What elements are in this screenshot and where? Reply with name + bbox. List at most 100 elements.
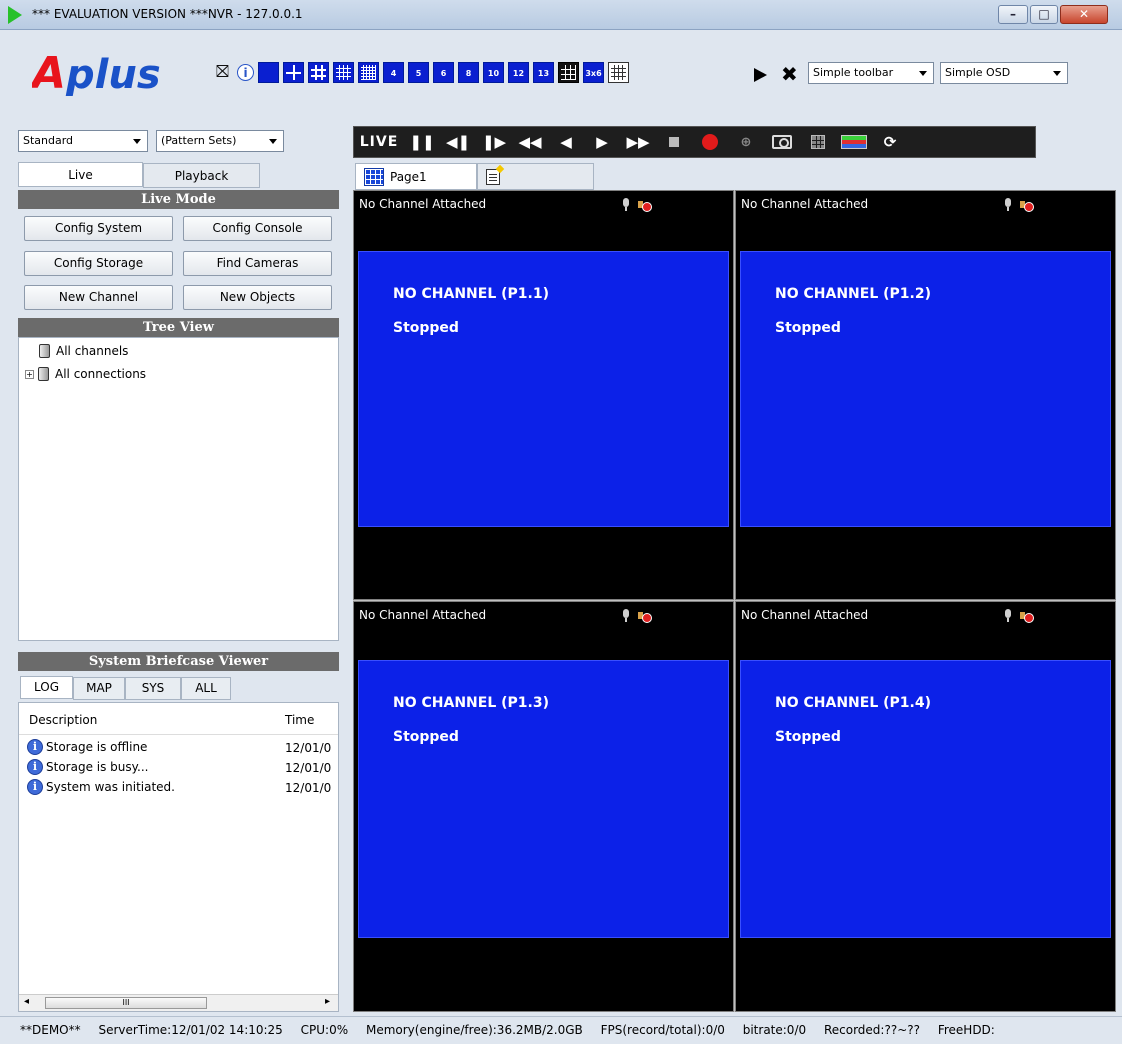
layout-4-variant-icon[interactable]: 4 <box>383 62 404 83</box>
microphone-icon[interactable] <box>622 198 630 211</box>
log-row[interactable]: i Storage is busy... <box>27 759 148 775</box>
tree-item-all-connections[interactable]: + All connections <box>25 367 146 381</box>
layout-4-icon[interactable] <box>283 62 304 83</box>
log-description: Storage is busy... <box>46 760 149 774</box>
tab-log[interactable]: LOG <box>20 676 73 699</box>
channel-label: NO CHANNEL (P1.1) <box>393 286 549 302</box>
speaker-muted-icon[interactable] <box>638 609 652 623</box>
layout-1-icon[interactable] <box>258 62 279 83</box>
config-console-button[interactable]: Config Console <box>183 216 332 241</box>
tab-map[interactable]: MAP <box>73 677 125 700</box>
layout-16-icon[interactable] <box>333 62 354 83</box>
pattern-set-select[interactable]: (Pattern Sets) <box>156 130 284 152</box>
layout-5-icon[interactable]: 5 <box>408 62 429 83</box>
layout-25-icon[interactable] <box>358 62 379 83</box>
live-mode-heading: Live Mode <box>18 190 339 209</box>
video-cell-p1-2[interactable]: No Channel Attached NO CHANNEL (P1.2) St… <box>735 190 1116 600</box>
playback-control-bar: LIVE ❚❚ ◀❚ ❚▶ ◀◀ ◀ ▶ ▶▶ ⊕ ⟳ <box>353 126 1036 158</box>
step-back-icon[interactable]: ◀❚ <box>440 129 476 155</box>
reverse-play-icon[interactable]: ◀ <box>548 129 584 155</box>
info-icon[interactable]: i <box>237 64 254 81</box>
video-placeholder: NO CHANNEL (P1.2) Stopped <box>740 251 1111 527</box>
layout-label: 13 <box>537 69 550 78</box>
log-row[interactable]: i Storage is offline <box>27 739 147 755</box>
tab-playback[interactable]: Playback <box>143 163 260 188</box>
layout-3x6-icon[interactable]: 3x6 <box>583 62 604 83</box>
status-bar: **DEMO** ServerTime:12/01/02 14:10:25 CP… <box>0 1016 1122 1044</box>
fast-rewind-icon[interactable]: ◀◀ <box>512 129 548 155</box>
scroll-right-icon[interactable]: ▸ <box>325 996 330 1007</box>
layout-label: 8 <box>465 69 472 78</box>
channel-status: Stopped <box>393 320 459 336</box>
config-system-button[interactable]: Config System <box>24 216 173 241</box>
tree-item-all-channels[interactable]: All channels <box>39 344 128 358</box>
tab-page1[interactable]: Page1 <box>355 163 477 190</box>
close-icon[interactable]: ✖ <box>781 62 798 86</box>
play-icon[interactable] <box>754 68 767 82</box>
speaker-muted-icon[interactable] <box>638 198 652 212</box>
video-cell-p1-1[interactable]: No Channel Attached NO CHANNEL (P1.1) St… <box>353 190 734 600</box>
horizontal-scrollbar[interactable]: ◂ III ▸ <box>19 994 338 1011</box>
channel-label: NO CHANNEL (P1.4) <box>775 695 931 711</box>
mode-select[interactable]: Standard <box>18 130 148 152</box>
toolbar-style-select[interactable]: Simple toolbar <box>808 62 934 84</box>
microphone-icon[interactable] <box>1004 198 1012 211</box>
layout-8-icon[interactable]: 8 <box>458 62 479 83</box>
video-cell-p1-4[interactable]: No Channel Attached NO CHANNEL (P1.4) St… <box>735 601 1116 1012</box>
color-adjust-icon[interactable] <box>836 129 872 155</box>
maximize-button[interactable]: □ <box>1030 5 1058 24</box>
column-time[interactable]: Time <box>285 713 314 727</box>
record-icon[interactable] <box>692 129 728 155</box>
config-storage-button[interactable]: Config Storage <box>24 251 173 276</box>
layout-fullscreen-icon[interactable] <box>608 62 629 83</box>
zoom-icon[interactable]: ⊕ <box>728 129 764 155</box>
minimize-button[interactable]: – <box>998 5 1028 24</box>
find-cameras-button[interactable]: Find Cameras <box>183 251 332 276</box>
video-placeholder: NO CHANNEL (P1.1) Stopped <box>358 251 729 527</box>
channel-status: Stopped <box>775 320 841 336</box>
video-cell-p1-3[interactable]: No Channel Attached NO CHANNEL (P1.3) St… <box>353 601 734 1012</box>
video-placeholder: NO CHANNEL (P1.4) Stopped <box>740 660 1111 938</box>
log-row[interactable]: i System was initiated. <box>27 779 175 795</box>
layout-12-icon[interactable]: 12 <box>508 62 529 83</box>
layout-grid-dark-icon[interactable] <box>558 62 579 83</box>
new-page-tab[interactable] <box>477 163 594 190</box>
pause-icon[interactable]: ❚❚ <box>404 129 440 155</box>
step-forward-icon[interactable]: ❚▶ <box>476 129 512 155</box>
tab-sys[interactable]: SYS <box>125 677 181 700</box>
microphone-icon[interactable] <box>1004 609 1012 622</box>
layout-10-icon[interactable]: 10 <box>483 62 504 83</box>
tab-all[interactable]: ALL <box>181 677 231 700</box>
stop-icon[interactable] <box>656 129 692 155</box>
tab-live[interactable]: Live <box>18 162 143 187</box>
channel-status: Stopped <box>393 729 459 745</box>
log-description: System was initiated. <box>46 780 175 794</box>
fast-forward-icon[interactable]: ▶▶ <box>620 129 656 155</box>
exit-icon[interactable]: ⛝ <box>212 62 233 83</box>
speaker-muted-icon[interactable] <box>1020 609 1034 623</box>
layout-9-icon[interactable] <box>308 62 329 83</box>
new-channel-button[interactable]: New Channel <box>24 285 173 310</box>
recorded-range: Recorded:??~?? <box>823 1023 920 1037</box>
layout-6-icon[interactable]: 6 <box>433 62 454 83</box>
osd-style-select[interactable]: Simple OSD <box>940 62 1068 84</box>
grid-icon[interactable] <box>800 129 836 155</box>
speaker-muted-icon[interactable] <box>1020 198 1034 212</box>
close-window-button[interactable]: ✕ <box>1060 5 1108 24</box>
page-grid-icon <box>364 167 384 186</box>
main-toolbar: A plus ⛝ i 4 5 6 8 10 12 13 3x6 ✖ Simple… <box>0 30 1122 118</box>
layout-13-icon[interactable]: 13 <box>533 62 554 83</box>
info-icon: i <box>27 739 43 755</box>
scroll-thumb[interactable]: III <box>45 997 207 1009</box>
refresh-icon[interactable]: ⟳ <box>872 129 908 155</box>
expand-icon[interactable]: + <box>25 369 34 379</box>
new-objects-button[interactable]: New Objects <box>183 285 332 310</box>
snapshot-icon[interactable] <box>764 129 800 155</box>
column-description[interactable]: Description <box>29 713 97 727</box>
maximize-icon: □ <box>1038 7 1050 21</box>
microphone-icon[interactable] <box>622 609 630 622</box>
live-button[interactable]: LIVE <box>354 129 404 155</box>
scroll-left-icon[interactable]: ◂ <box>24 996 29 1007</box>
play-icon[interactable]: ▶ <box>584 129 620 155</box>
video-placeholder: NO CHANNEL (P1.3) Stopped <box>358 660 729 938</box>
